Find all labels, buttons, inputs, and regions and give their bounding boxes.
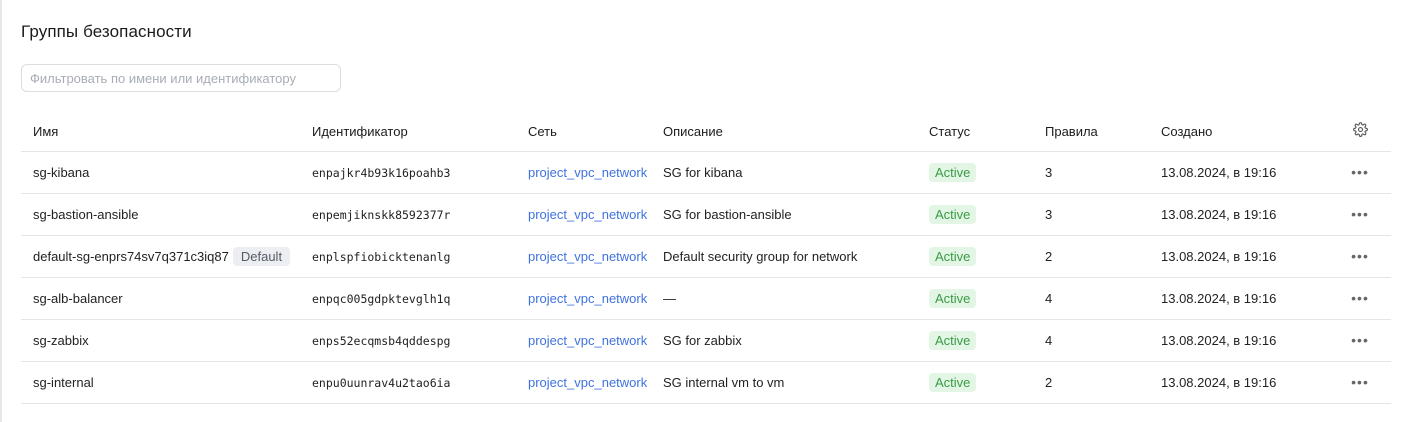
cell-created: 13.08.2024, в 19:16 bbox=[1149, 235, 1329, 278]
table-row[interactable]: sg-bastion-ansible enpemjiknskk8592377r … bbox=[21, 193, 1391, 236]
cell-id: enpu0uunrav4u2tao6ia bbox=[300, 361, 516, 404]
cell-status: Active bbox=[917, 151, 1033, 194]
cell-rules: 4 bbox=[1033, 319, 1149, 362]
table-row[interactable]: sg-kibana enpajkr4b93k16poahb3 project_v… bbox=[21, 151, 1391, 194]
sg-name: sg-alb-balancer bbox=[33, 291, 123, 306]
cell-id: enpajkr4b93k16poahb3 bbox=[300, 151, 516, 194]
cell-description: SG for bastion-ansible bbox=[651, 193, 917, 236]
cell-status: Active bbox=[917, 319, 1033, 362]
sg-name: default-sg-enprs74sv7q371c3iq87 bbox=[33, 249, 229, 264]
cell-id: enps52ecqmsb4qddespg bbox=[300, 319, 516, 362]
cell-created: 13.08.2024, в 19:16 bbox=[1149, 361, 1329, 404]
cell-description: — bbox=[651, 277, 917, 320]
column-header-rules[interactable]: Правила bbox=[1033, 111, 1149, 152]
more-horizontal-icon[interactable]: ••• bbox=[1351, 290, 1369, 306]
cell-description: SG for kibana bbox=[651, 151, 917, 194]
status-badge: Active bbox=[929, 331, 977, 350]
more-horizontal-icon[interactable]: ••• bbox=[1351, 248, 1369, 264]
cell-created: 13.08.2024, в 19:16 bbox=[1149, 151, 1329, 194]
cell-rules: 4 bbox=[1033, 277, 1149, 320]
cell-description: SG internal vm to vm bbox=[651, 361, 917, 404]
cell-rules: 3 bbox=[1033, 193, 1149, 236]
page-title: Группы безопасности bbox=[21, 22, 192, 41]
cell-id: enplspfiobicktenanlg bbox=[300, 235, 516, 278]
table-header-row: Имя Идентификатор Сеть Описание Статус П… bbox=[21, 111, 1391, 152]
table-settings-button[interactable] bbox=[1329, 111, 1391, 152]
table-row[interactable]: sg-internal enpu0uunrav4u2tao6ia project… bbox=[21, 361, 1391, 404]
table-row[interactable]: sg-zabbix enps52ecqmsb4qddespg project_v… bbox=[21, 319, 1391, 362]
network-link[interactable]: project_vpc_network bbox=[528, 375, 647, 390]
row-actions-button[interactable]: ••• bbox=[1329, 361, 1391, 404]
sg-name: sg-bastion-ansible bbox=[33, 207, 139, 222]
sg-name: sg-internal bbox=[33, 375, 94, 390]
cell-network: project_vpc_network bbox=[516, 193, 651, 236]
more-horizontal-icon[interactable]: ••• bbox=[1351, 332, 1369, 348]
cell-status: Active bbox=[917, 361, 1033, 404]
network-link[interactable]: project_vpc_network bbox=[528, 291, 647, 306]
more-horizontal-icon[interactable]: ••• bbox=[1351, 374, 1369, 390]
more-horizontal-icon[interactable]: ••• bbox=[1351, 206, 1369, 222]
cell-description: SG for zabbix bbox=[651, 319, 917, 362]
cell-status: Active bbox=[917, 235, 1033, 278]
cell-created: 13.08.2024, в 19:16 bbox=[1149, 193, 1329, 236]
cell-network: project_vpc_network bbox=[516, 151, 651, 194]
status-badge: Active bbox=[929, 289, 977, 308]
cell-name: sg-bastion-ansible bbox=[21, 193, 300, 236]
cell-name: default-sg-enprs74sv7q371c3iq87 Default bbox=[21, 235, 300, 278]
cell-id: enpqc005gdpktevglh1q bbox=[300, 277, 516, 320]
cell-rules: 2 bbox=[1033, 361, 1149, 404]
default-badge: Default bbox=[232, 247, 291, 266]
cell-network: project_vpc_network bbox=[516, 319, 651, 362]
cell-name: sg-alb-balancer bbox=[21, 277, 300, 320]
network-link[interactable]: project_vpc_network bbox=[528, 333, 647, 348]
cell-name: sg-zabbix bbox=[21, 319, 300, 362]
cell-rules: 2 bbox=[1033, 235, 1149, 278]
cell-network: project_vpc_network bbox=[516, 277, 651, 320]
cell-description: Default security group for network bbox=[651, 235, 917, 278]
more-horizontal-icon[interactable]: ••• bbox=[1351, 164, 1369, 180]
column-header-created[interactable]: Создано bbox=[1149, 111, 1329, 152]
status-badge: Active bbox=[929, 163, 977, 182]
network-link[interactable]: project_vpc_network bbox=[528, 249, 647, 264]
sg-name: sg-zabbix bbox=[33, 333, 89, 348]
column-header-id[interactable]: Идентификатор bbox=[300, 111, 516, 152]
table-row[interactable]: default-sg-enprs74sv7q371c3iq87 Default e… bbox=[21, 235, 1391, 278]
table-row[interactable]: sg-alb-balancer enpqc005gdpktevglh1q pro… bbox=[21, 277, 1391, 320]
cell-rules: 3 bbox=[1033, 151, 1149, 194]
gear-icon[interactable] bbox=[1352, 122, 1368, 140]
row-actions-button[interactable]: ••• bbox=[1329, 319, 1391, 362]
column-header-network[interactable]: Сеть bbox=[516, 111, 651, 152]
cell-status: Active bbox=[917, 193, 1033, 236]
row-actions-button[interactable]: ••• bbox=[1329, 151, 1391, 194]
sg-name: sg-kibana bbox=[33, 165, 90, 180]
status-badge: Active bbox=[929, 373, 977, 392]
cell-id: enpemjiknskk8592377r bbox=[300, 193, 516, 236]
row-actions-button[interactable]: ••• bbox=[1329, 277, 1391, 320]
cell-created: 13.08.2024, в 19:16 bbox=[1149, 277, 1329, 320]
row-actions-button[interactable]: ••• bbox=[1329, 235, 1391, 278]
status-badge: Active bbox=[929, 247, 977, 266]
column-header-status[interactable]: Статус bbox=[917, 111, 1033, 152]
filter-input[interactable] bbox=[21, 64, 341, 92]
row-actions-button[interactable]: ••• bbox=[1329, 193, 1391, 236]
left-edge-divider bbox=[0, 0, 2, 422]
cell-network: project_vpc_network bbox=[516, 235, 651, 278]
security-groups-table: Имя Идентификатор Сеть Описание Статус П… bbox=[21, 111, 1391, 404]
column-header-name[interactable]: Имя bbox=[21, 111, 300, 152]
network-link[interactable]: project_vpc_network bbox=[528, 207, 647, 222]
network-link[interactable]: project_vpc_network bbox=[528, 165, 647, 180]
column-header-description[interactable]: Описание bbox=[651, 111, 917, 152]
cell-network: project_vpc_network bbox=[516, 361, 651, 404]
status-badge: Active bbox=[929, 205, 977, 224]
cell-status: Active bbox=[917, 277, 1033, 320]
cell-created: 13.08.2024, в 19:16 bbox=[1149, 319, 1329, 362]
cell-name: sg-internal bbox=[21, 361, 300, 404]
cell-name: sg-kibana bbox=[21, 151, 300, 194]
